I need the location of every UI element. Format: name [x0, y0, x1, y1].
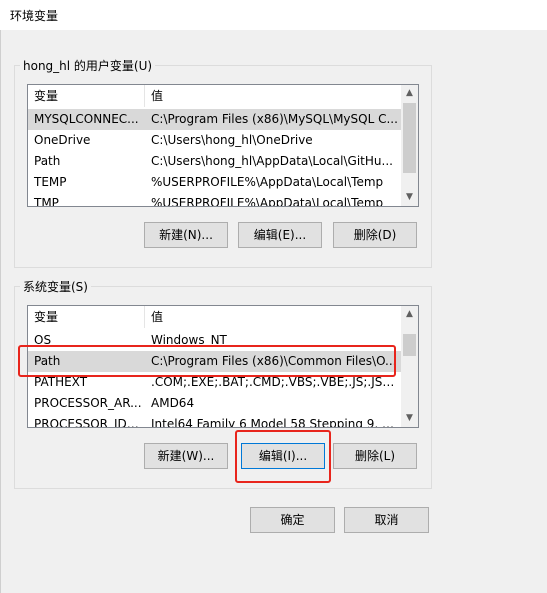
- vertical-scrollbar[interactable]: ▲ ▼: [401, 306, 418, 427]
- title-bar: 环境变量: [0, 0, 547, 30]
- system-delete-button[interactable]: 删除(L): [333, 443, 417, 469]
- table-row[interactable]: Path C:\Users\hong_hl\AppData\Local\GitH…: [28, 151, 401, 172]
- column-header-value[interactable]: 值: [145, 85, 401, 107]
- column-header-variable[interactable]: 变量: [28, 306, 145, 328]
- left-edge: [0, 30, 1, 593]
- variable-value: AMD64: [151, 396, 195, 410]
- path-row-highlight: [18, 345, 396, 377]
- variable-name: PROCESSOR_AR...: [34, 396, 142, 410]
- list-header: 变量 值: [28, 306, 401, 328]
- system-variables-label: 系统变量(S): [20, 278, 91, 295]
- window-title: 环境变量: [10, 9, 59, 23]
- chevron-up-icon[interactable]: ▲: [401, 306, 418, 323]
- chevron-down-icon[interactable]: ▼: [401, 189, 418, 206]
- system-new-button[interactable]: 新建(W)...: [144, 443, 228, 469]
- table-row[interactable]: MYSQLCONNEC... C:\Program Files (x86)\My…: [28, 109, 401, 130]
- variable-value: Intel64 Family 6 Model 58 Stepping 9, G.…: [151, 417, 401, 428]
- variable-value: %USERPROFILE%\AppData\Local\Temp: [151, 196, 384, 207]
- user-variables-list[interactable]: 变量 值 MYSQLCONNEC... C:\Program Files (x8…: [27, 84, 419, 207]
- user-edit-button[interactable]: 编辑(E)...: [238, 222, 322, 248]
- chevron-up-icon[interactable]: ▲: [401, 85, 418, 102]
- variable-name: TMP: [34, 196, 59, 207]
- chevron-down-icon[interactable]: ▼: [401, 410, 418, 427]
- user-delete-button[interactable]: 删除(D): [333, 222, 417, 248]
- user-variables-label: hong_hl 的用户变量(U): [20, 57, 156, 74]
- variable-name: OneDrive: [34, 133, 91, 147]
- ok-button[interactable]: 确定: [250, 507, 335, 533]
- column-header-value[interactable]: 值: [145, 306, 401, 328]
- table-row[interactable]: TEMP %USERPROFILE%\AppData\Local\Temp: [28, 172, 401, 193]
- variable-name: PROCESSOR_IDE...: [34, 417, 145, 428]
- vertical-scrollbar[interactable]: ▲ ▼: [401, 85, 418, 206]
- variable-value: %USERPROFILE%\AppData\Local\Temp: [151, 175, 384, 189]
- variable-name: Path: [34, 154, 61, 168]
- variable-name: TEMP: [34, 175, 67, 189]
- variable-value: C:\Users\hong_hl\OneDrive: [151, 133, 313, 147]
- table-row[interactable]: PROCESSOR_IDE... Intel64 Family 6 Model …: [28, 414, 401, 428]
- variable-value: C:\Program Files (x86)\MySQL\MySQL C...: [151, 112, 398, 126]
- table-row[interactable]: PROCESSOR_AR... AMD64: [28, 393, 401, 414]
- edit-button-highlight: [235, 430, 331, 483]
- table-row[interactable]: TMP %USERPROFILE%\AppData\Local\Temp: [28, 193, 401, 207]
- column-header-variable[interactable]: 变量: [28, 85, 145, 107]
- cancel-button[interactable]: 取消: [344, 507, 429, 533]
- table-row[interactable]: OneDrive C:\Users\hong_hl\OneDrive: [28, 130, 401, 151]
- variable-name: MYSQLCONNEC...: [34, 112, 139, 126]
- user-new-button[interactable]: 新建(N)...: [144, 222, 228, 248]
- scrollbar-thumb[interactable]: [403, 334, 416, 356]
- scrollbar-thumb[interactable]: [403, 103, 416, 173]
- variable-value: C:\Users\hong_hl\AppData\Local\GitHu...: [151, 154, 393, 168]
- list-header: 变量 值: [28, 85, 401, 107]
